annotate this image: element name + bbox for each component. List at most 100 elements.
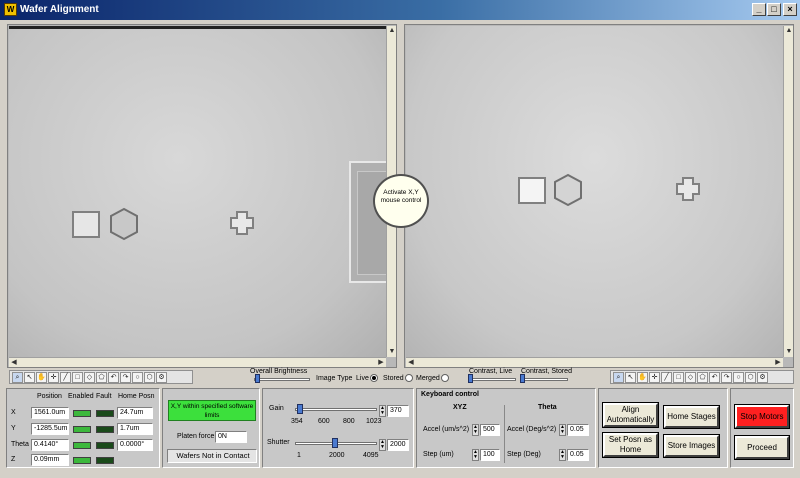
- gain-value[interactable]: 370: [387, 405, 409, 417]
- hexagon-tool-icon[interactable]: ⬡: [745, 372, 756, 383]
- stored-label: Stored: [383, 374, 404, 382]
- scroll-up-icon[interactable]: ▲: [784, 26, 794, 36]
- undo-tool-icon[interactable]: ↶: [108, 372, 119, 383]
- theta-accel-spinner[interactable]: ▲ ▼: [559, 424, 566, 436]
- pointer-tool-icon[interactable]: ↖: [625, 372, 636, 383]
- rectangle-tool-icon[interactable]: □: [673, 372, 684, 383]
- image-type-merged-option[interactable]: Merged: [416, 374, 449, 382]
- right-camera-view[interactable]: ▲ ▼ ◀ ▶: [404, 24, 794, 368]
- set-posn-as-home-button[interactable]: Set Posn as Home: [602, 432, 659, 458]
- alignment-hexagon-mark: [110, 207, 138, 241]
- xyz-step-spinner[interactable]: ▲ ▼: [472, 449, 479, 461]
- theta-accel-value[interactable]: 0.05: [567, 424, 589, 436]
- merged-radio[interactable]: [440, 374, 449, 382]
- diamond-tool-icon[interactable]: ◇: [685, 372, 696, 383]
- right-vertical-scrollbar[interactable]: ▲ ▼: [783, 26, 793, 357]
- contrast-stored-slider[interactable]: [520, 378, 568, 381]
- xyz-step-value[interactable]: 100: [480, 449, 500, 461]
- xyz-accel-value[interactable]: 500: [480, 424, 500, 436]
- circle-tool-icon[interactable]: ○: [132, 372, 143, 383]
- diamond-tool-icon[interactable]: ◇: [84, 372, 95, 383]
- scroll-down-icon[interactable]: ▼: [387, 347, 397, 357]
- right-camera-image[interactable]: [406, 26, 783, 357]
- left-camera-view[interactable]: ▲ ▼ ◀ ▶: [7, 24, 397, 368]
- contrast-stored-thumb[interactable]: [520, 374, 525, 383]
- polygon-tool-icon[interactable]: ⬠: [96, 372, 107, 383]
- line-tool-icon[interactable]: ╱: [661, 372, 672, 383]
- settings-tool-icon[interactable]: ⚙: [156, 372, 167, 383]
- axis-y-fault-led: [96, 426, 114, 433]
- theta-step-value[interactable]: 0.05: [567, 449, 589, 461]
- fault-header: Fault: [96, 393, 112, 400]
- right-horizontal-scrollbar[interactable]: ◀ ▶: [406, 357, 783, 367]
- shutter-spinner[interactable]: ▲ ▼: [379, 439, 386, 451]
- scroll-left-icon[interactable]: ◀: [406, 358, 416, 368]
- zoom-tool-icon[interactable]: ⌕: [12, 372, 23, 383]
- pan-tool-icon[interactable]: ✋: [637, 372, 648, 383]
- image-type-live-option[interactable]: Live: [356, 374, 378, 382]
- scroll-right-icon[interactable]: ▶: [376, 358, 386, 368]
- contrast-live-thumb[interactable]: [468, 374, 473, 383]
- crosshair-tool-icon[interactable]: ✛: [48, 372, 59, 383]
- scroll-up-icon[interactable]: ▲: [387, 26, 397, 36]
- scroll-right-icon[interactable]: ▶: [773, 358, 783, 368]
- left-image-toolbar: ⌕ ↖ ✋ ✛ ╱ □ ◇ ⬠ ↶ ↷ ○ ⬡ ⚙: [9, 370, 193, 384]
- left-horizontal-scrollbar[interactable]: ◀ ▶: [9, 357, 386, 367]
- gain-slider[interactable]: [295, 408, 377, 411]
- image-type-label: Image Type: [316, 375, 353, 382]
- stop-motors-button[interactable]: Stop Motors: [734, 404, 790, 429]
- rectangle-tool-icon[interactable]: □: [72, 372, 83, 383]
- axis-status-panel: Position Enabled Fault Home Posn X 1561.…: [6, 388, 160, 468]
- gain-slider-thumb[interactable]: [296, 404, 303, 414]
- axis-x-enabled-led: [73, 410, 91, 417]
- redo-tool-icon[interactable]: ↷: [120, 372, 131, 383]
- motor-control-panel: Stop Motors Proceed: [730, 388, 794, 468]
- circle-tool-icon[interactable]: ○: [733, 372, 744, 383]
- theta-step-spinner[interactable]: ▲ ▼: [559, 449, 566, 461]
- brightness-slider-thumb[interactable]: [255, 374, 260, 383]
- alignment-hexagon-mark: [554, 173, 582, 207]
- limits-status-panel: X,Y within specified software limits Pla…: [162, 388, 260, 468]
- shutter-value[interactable]: 2000: [387, 439, 409, 451]
- proceed-button[interactable]: Proceed: [734, 435, 790, 460]
- undo-tool-icon[interactable]: ↶: [709, 372, 720, 383]
- image-type-stored-option[interactable]: Stored: [383, 374, 413, 382]
- hexagon-tool-icon[interactable]: ⬡: [144, 372, 155, 383]
- contrast-live-slider[interactable]: [468, 378, 516, 381]
- left-camera-image[interactable]: [9, 26, 389, 357]
- axis-z-label: Z: [11, 456, 16, 463]
- gain-tick-600: 600: [318, 418, 330, 425]
- polygon-tool-icon[interactable]: ⬠: [697, 372, 708, 383]
- scroll-left-icon[interactable]: ◀: [9, 358, 19, 368]
- gain-tick-1023: 1023: [366, 418, 382, 425]
- position-header: Position: [37, 393, 62, 400]
- gain-spinner[interactable]: ▲ ▼: [379, 405, 386, 417]
- scroll-down-icon[interactable]: ▼: [784, 347, 794, 357]
- overall-brightness-slider[interactable]: [254, 378, 310, 381]
- xyz-accel-spinner[interactable]: ▲ ▼: [472, 424, 479, 436]
- settings-tool-icon[interactable]: ⚙: [757, 372, 768, 383]
- axis-y-position: -1285.5um: [31, 423, 69, 435]
- pan-tool-icon[interactable]: ✋: [36, 372, 47, 383]
- close-button[interactable]: ×: [783, 3, 797, 16]
- gain-tick-354: 354: [291, 418, 303, 425]
- live-radio[interactable]: [369, 374, 378, 382]
- platen-force-value: 0N: [215, 431, 247, 443]
- align-automatically-button[interactable]: Align Automatically: [602, 402, 659, 428]
- crosshair-tool-icon[interactable]: ✛: [649, 372, 660, 383]
- home-stages-button[interactable]: Home Stages: [663, 405, 720, 429]
- axis-y-enabled-led: [73, 426, 91, 433]
- stored-radio[interactable]: [404, 374, 413, 382]
- zoom-tool-icon[interactable]: ⌕: [613, 372, 624, 383]
- store-images-button[interactable]: Store Images: [663, 434, 720, 458]
- app-icon: W: [4, 3, 17, 16]
- line-tool-icon[interactable]: ╱: [60, 372, 71, 383]
- redo-tool-icon[interactable]: ↷: [721, 372, 732, 383]
- pointer-tool-icon[interactable]: ↖: [24, 372, 35, 383]
- minimize-button[interactable]: _: [752, 3, 766, 16]
- maximize-button[interactable]: □: [767, 3, 781, 16]
- activate-xy-mouse-control-button[interactable]: Activate X,Y mouse control: [373, 174, 429, 228]
- shutter-slider-thumb[interactable]: [332, 438, 339, 448]
- gain-tick-800: 800: [343, 418, 355, 425]
- axis-x-home: 24.7um: [117, 407, 153, 419]
